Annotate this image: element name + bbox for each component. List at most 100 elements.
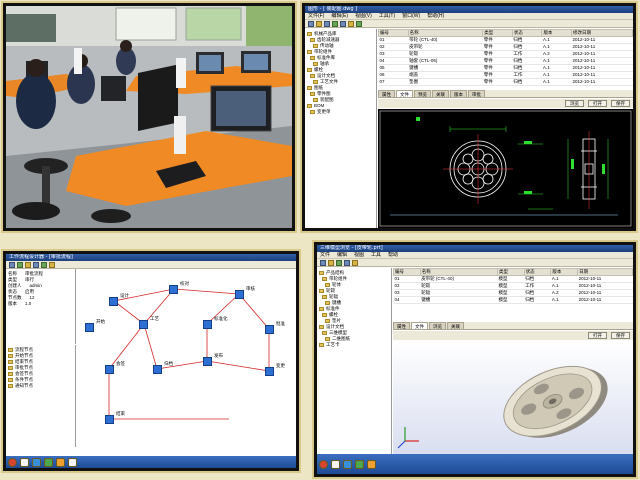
action-button[interactable]: 打开: [588, 332, 607, 339]
link-icon[interactable]: [25, 262, 31, 268]
new-icon[interactable]: [320, 260, 326, 266]
run-icon[interactable]: [41, 262, 47, 268]
menu-item[interactable]: 视图(V): [355, 13, 372, 19]
start-icon[interactable]: [8, 457, 17, 467]
start-icon[interactable]: [319, 459, 328, 469]
tab-3[interactable]: 关联: [432, 90, 449, 97]
ie-icon[interactable]: [20, 457, 29, 467]
model-viewport[interactable]: [393, 341, 633, 454]
tab-0[interactable]: 属性: [378, 90, 395, 97]
table-row[interactable]: 05 键槽 零件 归档 A.1 2012-10-11: [378, 64, 633, 72]
column-header[interactable]: 版本: [550, 268, 579, 276]
app-icon[interactable]: [44, 457, 53, 467]
table-cell: 01: [378, 36, 409, 44]
menu-item[interactable]: 编辑(E): [331, 13, 348, 19]
workflow-node[interactable]: [153, 365, 162, 374]
workflow-node[interactable]: [169, 285, 178, 294]
tree-item-label: 传动轴: [320, 43, 334, 48]
folder-icon: [307, 103, 312, 108]
media-icon[interactable]: [367, 459, 376, 469]
workflow-node[interactable]: [265, 367, 274, 376]
column-header[interactable]: 修改日期: [571, 29, 633, 37]
new-icon[interactable]: [9, 262, 15, 268]
refresh-icon[interactable]: [332, 21, 338, 27]
tab-4[interactable]: 版本: [450, 90, 467, 97]
search-icon[interactable]: [348, 21, 354, 27]
column-header[interactable]: 状态: [511, 29, 543, 37]
tab-2[interactable]: 浏览: [429, 322, 446, 329]
table-row[interactable]: 02 皮带轮 零件 归档 A.1 2012-10-11: [378, 43, 633, 51]
menu-item[interactable]: 工具(T): [379, 13, 395, 19]
tab-5[interactable]: 审批: [468, 90, 485, 97]
tab-1[interactable]: 文件: [411, 322, 428, 329]
settings-icon[interactable]: [356, 21, 362, 27]
table-row[interactable]: 02 轮毂 模型 工作 A.1 2012-10-11: [393, 282, 633, 290]
table-row[interactable]: 03 轮辐 模型 归档 A.2 2012-10-11: [393, 289, 633, 297]
menu-item[interactable]: 文件: [320, 252, 330, 258]
tab-2[interactable]: 预览: [414, 90, 431, 97]
menu-item[interactable]: 帮助: [388, 252, 398, 258]
table-row[interactable]: 06 端盖 零件 工作 A.1 2012-10-11: [378, 71, 633, 79]
column-header[interactable]: 编号: [393, 268, 421, 276]
workflow-node[interactable]: [109, 297, 118, 306]
workflow-node[interactable]: [105, 415, 114, 424]
tab-1[interactable]: 文件: [396, 90, 413, 97]
table-row[interactable]: 01 皮带轮 (CTL-40) 模型 归档 A.1 2012-10-11: [393, 275, 633, 283]
menu-item[interactable]: 工具: [371, 252, 381, 258]
workflow-node[interactable]: [105, 365, 114, 374]
document-icon[interactable]: [68, 457, 77, 467]
tab-3[interactable]: 关联: [447, 322, 464, 329]
workflow-node[interactable]: [85, 323, 94, 332]
new-icon[interactable]: [308, 21, 314, 27]
node-type-icon: [8, 347, 13, 352]
folder-icon[interactable]: [32, 457, 41, 467]
column-header[interactable]: 名称: [419, 268, 499, 276]
rotate-icon[interactable]: [336, 260, 342, 266]
zoom-icon[interactable]: [49, 262, 55, 268]
workflow-node[interactable]: [203, 357, 212, 366]
column-header[interactable]: 类型: [497, 268, 525, 276]
column-header[interactable]: 名称: [407, 29, 484, 37]
workflow-node[interactable]: [203, 320, 212, 329]
column-header[interactable]: 日期: [577, 268, 633, 276]
palette-item[interactable]: 通知节点: [8, 383, 73, 389]
action-button[interactable]: 保存: [611, 100, 630, 107]
print-icon[interactable]: [340, 21, 346, 27]
menu-item[interactable]: 窗口(W): [402, 13, 420, 19]
workflow-node[interactable]: [265, 325, 274, 334]
column-header[interactable]: 状态: [523, 268, 552, 276]
column-header[interactable]: 类型: [482, 29, 513, 37]
media-icon[interactable]: [56, 457, 65, 467]
table-row[interactable]: 01 带轮 (CTL-40) 零件 归档 A.1 2012-10-11: [378, 36, 633, 44]
tab-0[interactable]: 属性: [393, 322, 410, 329]
column-header[interactable]: 版本: [541, 29, 573, 37]
table-row[interactable]: 07 垫圈 零件 归档 A.1 2012-10-11: [378, 78, 633, 86]
table-row[interactable]: 04 键槽 模型 归档 A.1 2012-10-11: [393, 296, 633, 304]
tree-item[interactable]: 工艺卡: [319, 342, 389, 348]
menu-item[interactable]: 编辑: [337, 252, 347, 258]
workflow-node[interactable]: [139, 320, 148, 329]
pan-icon[interactable]: [352, 260, 358, 266]
zoom-icon[interactable]: [344, 260, 350, 266]
property-row[interactable]: 版本 1.0: [8, 301, 73, 307]
open-icon[interactable]: [316, 21, 322, 27]
action-button[interactable]: 浏览: [565, 100, 584, 107]
workflow-node[interactable]: [235, 290, 244, 299]
folder-icon[interactable]: [343, 459, 352, 469]
column-header[interactable]: 编号: [378, 29, 409, 37]
action-button[interactable]: 保存: [611, 332, 630, 339]
app-icon[interactable]: [355, 459, 364, 469]
table-row[interactable]: 04 轴套 (CTL-05) 零件 归档 A.1 2012-10-11: [378, 57, 633, 65]
save-icon[interactable]: [324, 21, 330, 27]
action-button[interactable]: 打开: [588, 100, 607, 107]
menu-item[interactable]: 文件(F): [308, 13, 324, 19]
menu-item[interactable]: 帮助(H): [427, 13, 444, 19]
menu-item[interactable]: 视图: [354, 252, 364, 258]
ie-icon[interactable]: [331, 459, 340, 469]
node-icon[interactable]: [17, 262, 23, 268]
table-row[interactable]: 03 轮毂 零件 工作 A.2 2012-10-11: [378, 50, 633, 58]
tree-item[interactable]: 变更单: [307, 109, 374, 115]
open-icon[interactable]: [328, 260, 334, 266]
save-icon[interactable]: [33, 262, 39, 268]
workflow-canvas[interactable]: 开始 设计 校对 审核 工艺 标准化 批准 会签 归档 发布 变更 结束: [77, 269, 296, 447]
